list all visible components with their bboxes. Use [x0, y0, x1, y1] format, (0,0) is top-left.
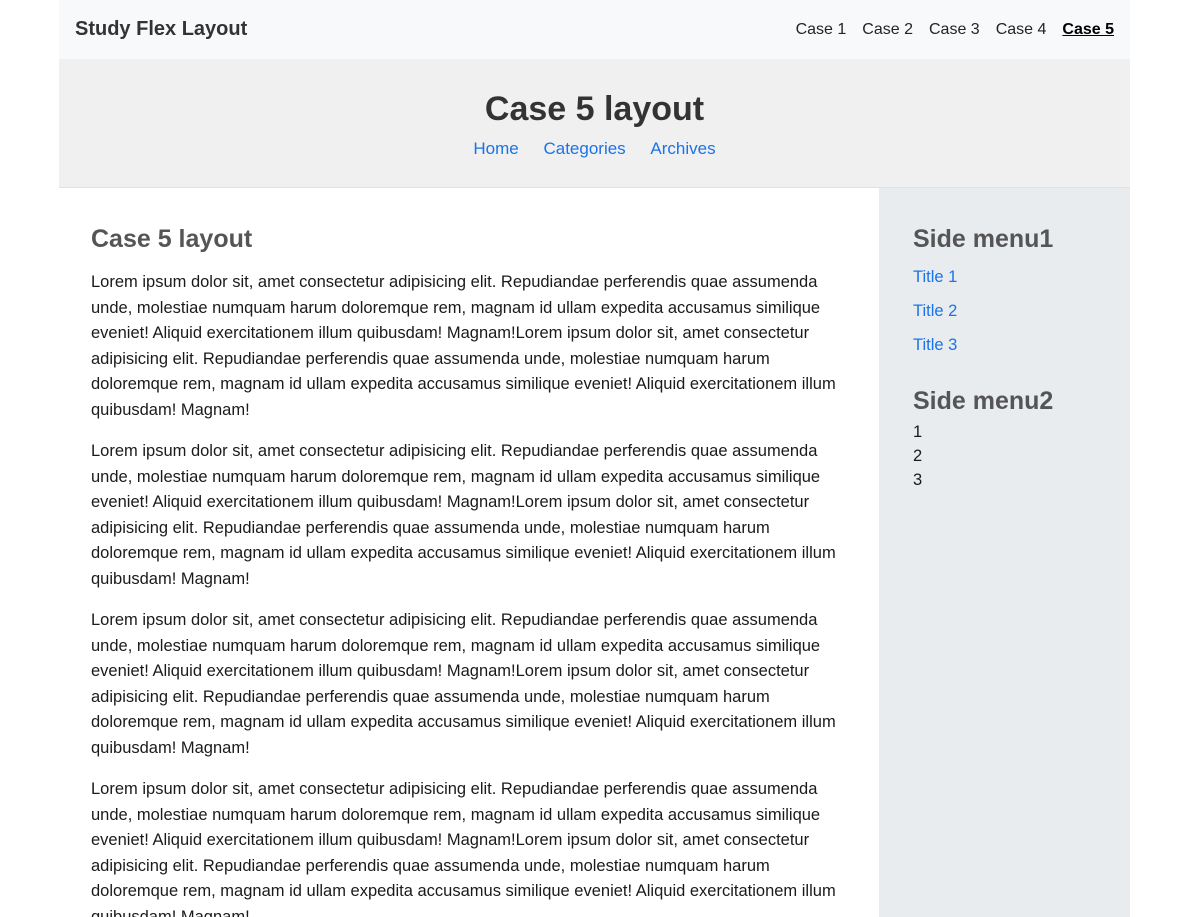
main-title: Case 5 layout — [91, 225, 253, 253]
hero-title: Case 5 layout — [484, 90, 705, 128]
side-menu1-links: Title 1 Title 2 Title 3 — [913, 260, 1110, 362]
content-area: Case 5 layout Lorem ipsum dolor sit, ame… — [59, 188, 1130, 917]
hero-link-categories[interactable]: Categories — [543, 139, 625, 158]
page: Study Flex Layout Case 1 Case 2 Case 3 C… — [59, 0, 1130, 917]
side-link-title-1[interactable]: Title 1 — [913, 260, 1110, 294]
main-content: Case 5 layout Lorem ipsum dolor sit, ame… — [59, 188, 879, 917]
side-menu1-title: Side menu1 — [913, 225, 1054, 253]
paragraph-1: Lorem ipsum dolor sit, amet consectetur … — [91, 273, 836, 419]
hero-header: Case 5 layout Home Categories Archives — [59, 59, 1130, 188]
list-item: 3 — [913, 471, 923, 489]
hero-link-archives[interactable]: Archives — [650, 139, 715, 158]
paragraph-4: Lorem ipsum dolor sit, amet consectetur … — [91, 780, 836, 917]
hero-link-home[interactable]: Home — [473, 139, 518, 158]
nav-case-3[interactable]: Case 3 — [929, 21, 980, 39]
paragraph-3: Lorem ipsum dolor sit, amet consectetur … — [91, 611, 836, 757]
side-menu2-list: 1 2 3 — [913, 420, 1110, 492]
nav-case-4[interactable]: Case 4 — [996, 21, 1047, 39]
nav-case-2[interactable]: Case 2 — [862, 21, 913, 39]
hero-links: Home Categories Archives — [59, 139, 1130, 159]
list-item: 1 — [913, 423, 923, 441]
brand-link[interactable]: Study Flex Layout — [75, 18, 247, 41]
side-menu2-title: Side menu2 — [913, 387, 1054, 415]
side-link-title-3[interactable]: Title 3 — [913, 328, 1110, 362]
list-item: 2 — [913, 447, 923, 465]
side-link-title-2[interactable]: Title 2 — [913, 294, 1110, 328]
paragraph-2: Lorem ipsum dolor sit, amet consectetur … — [91, 442, 836, 588]
sidebar: Side menu1 Title 1 Title 2 Title 3 Side … — [879, 188, 1130, 917]
case-nav: Case 1 Case 2 Case 3 Case 4 Case 5 — [780, 21, 1114, 39]
top-navbar: Study Flex Layout Case 1 Case 2 Case 3 C… — [59, 0, 1130, 59]
nav-case-5[interactable]: Case 5 — [1062, 21, 1114, 39]
nav-case-1[interactable]: Case 1 — [796, 21, 847, 39]
